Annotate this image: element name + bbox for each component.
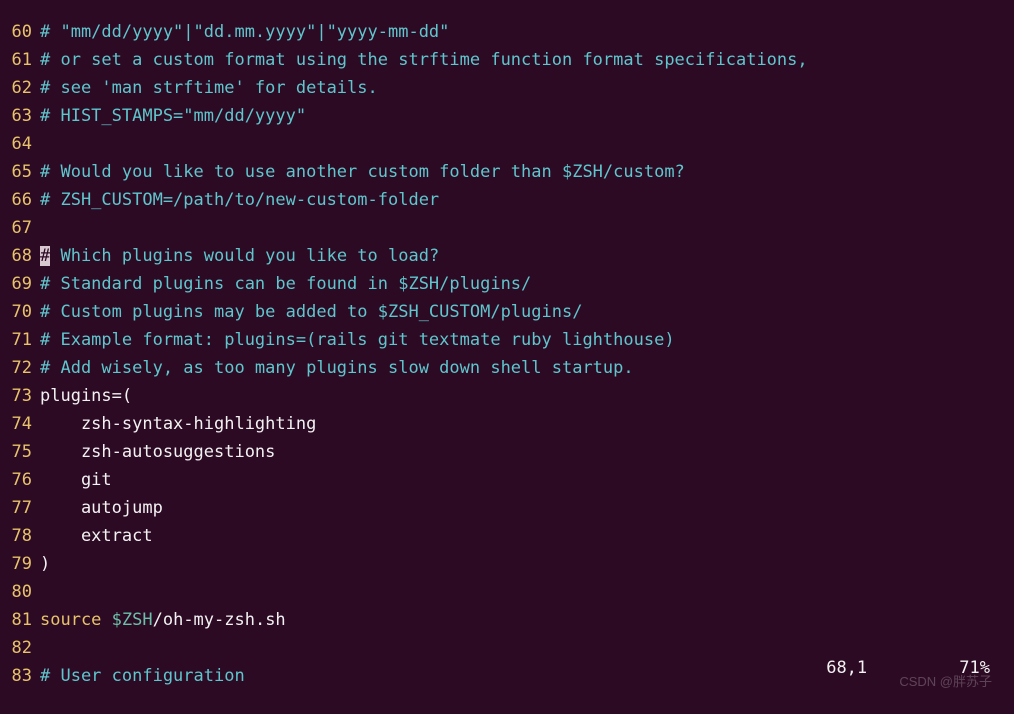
code-content[interactable]: extract <box>40 522 1014 550</box>
code-line[interactable]: 63# HIST_STAMPS="mm/dd/yyyy" <box>0 102 1014 130</box>
code-token: autojump <box>40 498 163 518</box>
code-content[interactable] <box>40 130 1014 158</box>
code-line[interactable]: 70# Custom plugins may be added to $ZSH_… <box>0 298 1014 326</box>
code-token: # ZSH_CUSTOM=/path/to/new-custom-folder <box>40 190 439 210</box>
code-content[interactable]: autojump <box>40 494 1014 522</box>
code-line[interactable]: 69# Standard plugins can be found in $ZS… <box>0 270 1014 298</box>
code-content[interactable]: # or set a custom format using the strft… <box>40 46 1014 74</box>
code-token: # User configuration <box>40 666 245 686</box>
code-line[interactable]: 73plugins=( <box>0 382 1014 410</box>
line-number: 61 <box>0 46 40 74</box>
code-content[interactable]: # Custom plugins may be added to $ZSH_CU… <box>40 298 1014 326</box>
code-token: # or set a custom format using the strft… <box>40 50 808 70</box>
line-number: 65 <box>0 158 40 186</box>
line-number: 68 <box>0 242 40 270</box>
code-line[interactable]: 66# ZSH_CUSTOM=/path/to/new-custom-folde… <box>0 186 1014 214</box>
code-token: # Add wisely, as too many plugins slow d… <box>40 358 634 378</box>
editor-viewport[interactable]: 60# "mm/dd/yyyy"|"dd.mm.yyyy"|"yyyy-mm-d… <box>0 0 1014 714</box>
code-token: /oh-my-zsh.sh <box>153 610 286 630</box>
code-token: extract <box>40 526 153 546</box>
line-number: 83 <box>0 662 40 690</box>
line-number: 70 <box>0 298 40 326</box>
code-content[interactable]: zsh-autosuggestions <box>40 438 1014 466</box>
code-line[interactable]: 77 autojump <box>0 494 1014 522</box>
line-number: 78 <box>0 522 40 550</box>
code-token: # Example format: plugins=(rails git tex… <box>40 330 675 350</box>
line-number: 63 <box>0 102 40 130</box>
code-token: # <box>40 246 50 266</box>
code-line[interactable]: 78 extract <box>0 522 1014 550</box>
code-line[interactable]: 79) <box>0 550 1014 578</box>
cursor-position: 68,1 <box>826 658 867 678</box>
code-token: zsh-syntax-highlighting <box>40 414 316 434</box>
line-number: 62 <box>0 74 40 102</box>
code-content[interactable]: ) <box>40 550 1014 578</box>
line-number: 74 <box>0 410 40 438</box>
code-line[interactable]: 62# see 'man strftime' for details. <box>0 74 1014 102</box>
code-token: zsh-autosuggestions <box>40 442 275 462</box>
code-content[interactable]: # HIST_STAMPS="mm/dd/yyyy" <box>40 102 1014 130</box>
code-line[interactable]: 61# or set a custom format using the str… <box>0 46 1014 74</box>
line-number: 75 <box>0 438 40 466</box>
code-line[interactable]: 64 <box>0 130 1014 158</box>
line-number: 60 <box>0 18 40 46</box>
line-number: 76 <box>0 466 40 494</box>
line-number: 72 <box>0 354 40 382</box>
code-token: source <box>40 610 112 630</box>
code-token: # "mm/dd/yyyy"|"dd.mm.yyyy"|"yyyy-mm-dd" <box>40 22 449 42</box>
code-token: # see 'man strftime' for details. <box>40 78 378 98</box>
code-content[interactable]: zsh-syntax-highlighting <box>40 410 1014 438</box>
code-token: # Standard plugins can be found in $ZSH/… <box>40 274 531 294</box>
code-line[interactable]: 74 zsh-syntax-highlighting <box>0 410 1014 438</box>
line-number: 81 <box>0 606 40 634</box>
code-line[interactable]: 80 <box>0 578 1014 606</box>
code-token: ) <box>40 554 50 574</box>
code-token: git <box>40 470 112 490</box>
code-token: $ZSH <box>112 610 153 630</box>
code-line[interactable]: 72# Add wisely, as too many plugins slow… <box>0 354 1014 382</box>
code-content[interactable]: # Would you like to use another custom f… <box>40 158 1014 186</box>
code-line[interactable]: 76 git <box>0 466 1014 494</box>
code-token: Which plugins would you like to load? <box>50 246 439 266</box>
code-content[interactable]: # ZSH_CUSTOM=/path/to/new-custom-folder <box>40 186 1014 214</box>
line-number: 73 <box>0 382 40 410</box>
code-content[interactable]: # Which plugins would you like to load? <box>40 242 1014 270</box>
code-token: # HIST_STAMPS="mm/dd/yyyy" <box>40 106 306 126</box>
watermark: CSDN @胖苏子 <box>899 668 992 696</box>
code-content[interactable]: # Standard plugins can be found in $ZSH/… <box>40 270 1014 298</box>
code-content[interactable] <box>40 214 1014 242</box>
code-content[interactable] <box>40 578 1014 606</box>
code-line[interactable]: 75 zsh-autosuggestions <box>0 438 1014 466</box>
code-line[interactable]: 71# Example format: plugins=(rails git t… <box>0 326 1014 354</box>
code-token: plugins=( <box>40 386 132 406</box>
code-lines: 60# "mm/dd/yyyy"|"dd.mm.yyyy"|"yyyy-mm-d… <box>0 18 1014 690</box>
line-number: 71 <box>0 326 40 354</box>
code-content[interactable]: git <box>40 466 1014 494</box>
code-content[interactable]: # "mm/dd/yyyy"|"dd.mm.yyyy"|"yyyy-mm-dd" <box>40 18 1014 46</box>
line-number: 66 <box>0 186 40 214</box>
code-token: # Would you like to use another custom f… <box>40 162 685 182</box>
code-content[interactable]: # see 'man strftime' for details. <box>40 74 1014 102</box>
line-number: 82 <box>0 634 40 662</box>
code-line[interactable]: 60# "mm/dd/yyyy"|"dd.mm.yyyy"|"yyyy-mm-d… <box>0 18 1014 46</box>
code-line[interactable]: 67 <box>0 214 1014 242</box>
line-number: 80 <box>0 578 40 606</box>
line-number: 64 <box>0 130 40 158</box>
line-number: 69 <box>0 270 40 298</box>
code-token: # Custom plugins may be added to $ZSH_CU… <box>40 302 582 322</box>
code-content[interactable]: # Add wisely, as too many plugins slow d… <box>40 354 1014 382</box>
line-number: 77 <box>0 494 40 522</box>
line-number: 67 <box>0 214 40 242</box>
code-line[interactable]: 68# Which plugins would you like to load… <box>0 242 1014 270</box>
code-line[interactable]: 65# Would you like to use another custom… <box>0 158 1014 186</box>
line-number: 79 <box>0 550 40 578</box>
code-content[interactable]: # Example format: plugins=(rails git tex… <box>40 326 1014 354</box>
code-content[interactable]: plugins=( <box>40 382 1014 410</box>
